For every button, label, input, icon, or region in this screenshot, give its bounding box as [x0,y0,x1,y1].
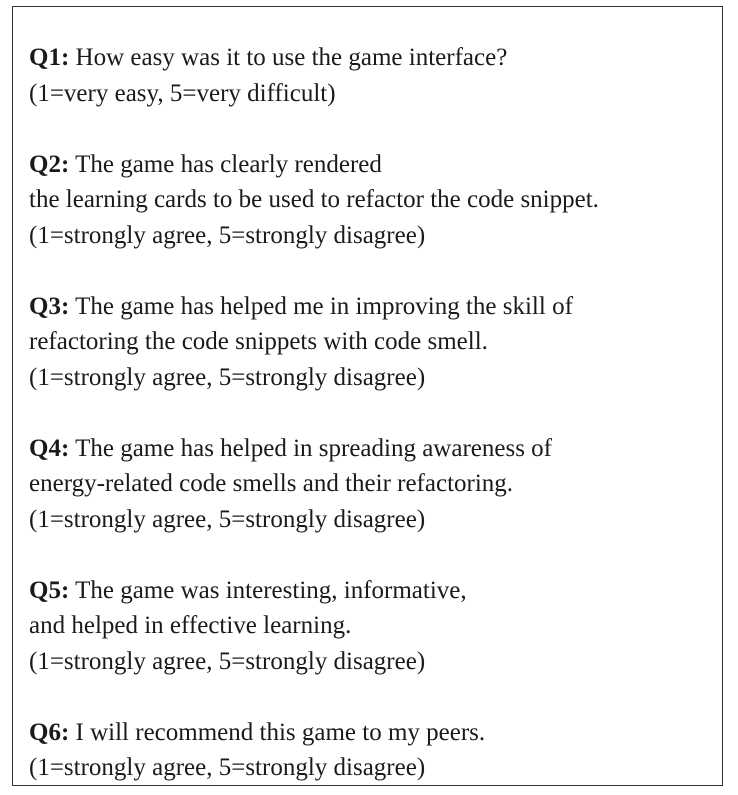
question-label: Q3: [29,292,70,320]
question-text-continued: refactoring the code snippets with code … [29,328,488,355]
question-scale: (1=very easy, 5=very difficult) [29,79,336,107]
question-scale: (1=strongly agree, 5=strongly disagree) [29,647,426,675]
question-scale: (1=strongly agree, 5=strongly disagree) [29,221,426,249]
question-scale: (1=strongly agree, 5=strongly disagree) [29,754,426,781]
question-text-line: Q4: The game has helped in spreading awa… [29,431,719,467]
question-text: The game has helped in spreading awarene… [75,434,552,462]
question-text-line: Q3: The game has helped me in improving … [29,289,719,325]
question-label: Q6: [29,718,70,746]
question-label: Q4: [29,434,70,462]
question-q4: Q4: The game has helped in spreading awa… [29,431,719,538]
question-scale: (1=strongly agree, 5=strongly disagree) [29,363,426,391]
question-text-continued: the learning cards to be used to refacto… [29,186,599,213]
question-text: The game was interesting, informative, [75,576,467,604]
question-text: The game has helped me in improving the … [75,292,573,320]
question-label: Q2: [29,150,70,178]
question-label: Q5: [29,576,70,604]
question-text-line: Q6: I will recommend this game to my pee… [29,715,719,751]
question-q1: Q1: How easy was it to use the game inte… [29,40,719,111]
question-q2: Q2: The game has clearly rendered the le… [29,147,719,254]
question-text: The game has clearly rendered [75,150,382,178]
question-text-continued: and helped in effective learning. [29,612,352,639]
question-q5: Q5: The game was interesting, informativ… [29,573,719,680]
question-q3: Q3: The game has helped me in improving … [29,289,719,396]
question-text: How easy was it to use the game interfac… [75,44,508,71]
question-list: Q1: How easy was it to use the game inte… [29,40,719,786]
question-label: Q1: [29,44,70,71]
question-text-line: Q2: The game has clearly rendered [29,147,719,183]
question-q6: Q6: I will recommend this game to my pee… [29,715,719,786]
question-text: I will recommend this game to my peers. [75,718,486,746]
question-text-line: Q5: The game was interesting, informativ… [29,573,719,609]
question-scale: (1=strongly agree, 5=strongly disagree) [29,505,426,533]
question-text-continued: energy-related code smells and their ref… [29,470,514,497]
question-text-line: Q1: How easy was it to use the game inte… [29,40,719,76]
